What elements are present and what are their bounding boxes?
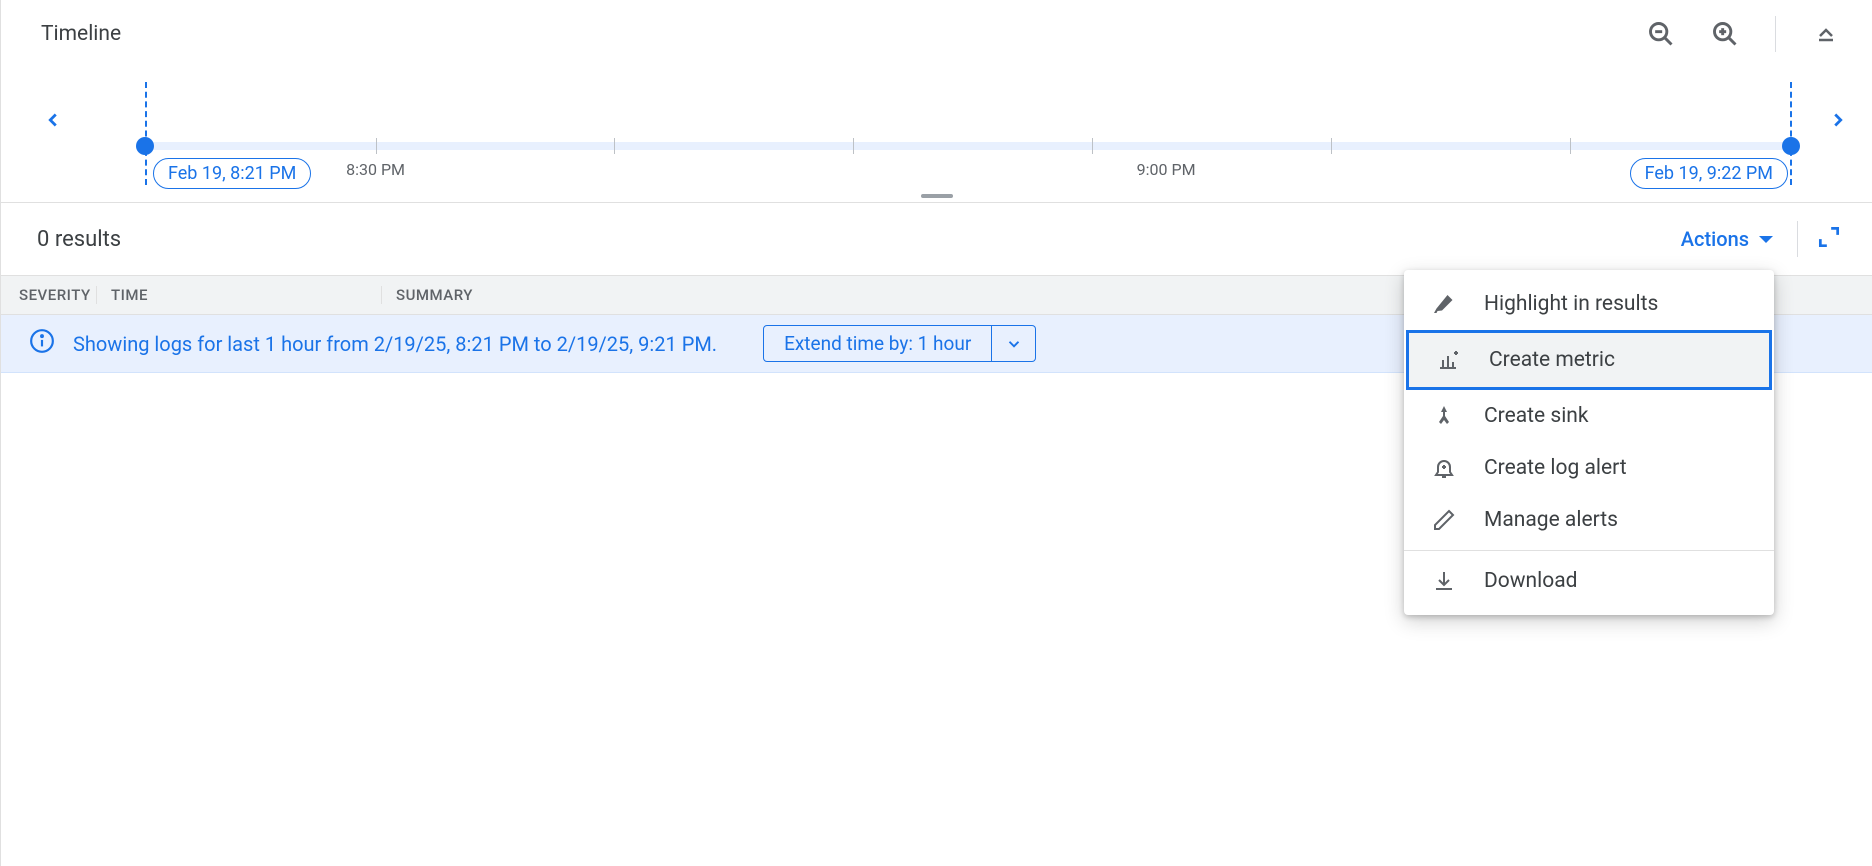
fullscreen-icon[interactable]	[1814, 222, 1844, 256]
timeline-header: Timeline	[1, 0, 1872, 52]
extend-time-dropdown[interactable]	[992, 325, 1036, 362]
zoom-out-icon[interactable]	[1643, 16, 1679, 52]
divider	[1775, 16, 1776, 52]
menu-item-create-sink[interactable]: Create sink	[1404, 390, 1774, 442]
menu-item-label: Download	[1484, 569, 1578, 593]
sink-icon	[1432, 404, 1456, 428]
info-text: Showing logs for last 1 hour from 2/19/2…	[73, 332, 717, 356]
timeline-tick	[376, 138, 377, 154]
menu-item-manage-alerts[interactable]: Manage alerts	[1404, 494, 1774, 546]
collapse-icon[interactable]	[1808, 16, 1844, 52]
timeline-tick	[853, 138, 854, 154]
timeline-tick	[1570, 138, 1571, 154]
timeline-tick	[1092, 138, 1093, 154]
range-end-chip[interactable]: Feb 19, 9:22 PM	[1630, 158, 1788, 189]
extend-time-group: Extend time by: 1 hour	[763, 325, 1036, 362]
menu-item-download[interactable]: Download	[1404, 555, 1774, 607]
highlighter-icon	[1432, 292, 1456, 316]
menu-item-label: Manage alerts	[1484, 508, 1618, 532]
pencil-icon	[1432, 508, 1456, 532]
timeline-tick-label: 9:00 PM	[1137, 160, 1196, 179]
timeline-next-button[interactable]	[1822, 104, 1854, 136]
results-header: 0 results Actions	[1, 203, 1872, 275]
divider	[1797, 221, 1798, 257]
info-icon	[29, 328, 55, 359]
range-start-chip[interactable]: Feb 19, 8:21 PM	[153, 158, 311, 189]
timeline-tick-label: 8:30 PM	[346, 160, 405, 179]
alert-icon	[1432, 456, 1456, 480]
column-severity: SEVERITY	[1, 286, 97, 304]
column-time: TIME	[97, 286, 382, 304]
timeline-track[interactable]: 8:30 PM9:00 PM Feb 19, 8:21 PM Feb 19, 9…	[145, 82, 1792, 150]
menu-item-label: Create sink	[1484, 404, 1589, 428]
extend-time-button[interactable]: Extend time by: 1 hour	[763, 325, 992, 362]
timeline-prev-button[interactable]	[37, 104, 69, 136]
menu-item-label: Highlight in results	[1484, 292, 1658, 316]
timeline-title: Timeline	[41, 22, 121, 46]
actions-label: Actions	[1681, 227, 1749, 251]
zoom-in-icon[interactable]	[1707, 16, 1743, 52]
timeline-tick	[614, 138, 615, 154]
range-start-line	[145, 82, 147, 185]
actions-menu: Highlight in results Create metric Create …	[1404, 270, 1774, 615]
results-count: 0 results	[37, 227, 121, 252]
resize-handle[interactable]	[921, 194, 953, 198]
menu-item-create-metric[interactable]: Create metric	[1406, 330, 1772, 390]
range-start-handle[interactable]	[136, 137, 154, 155]
divider	[1404, 550, 1774, 551]
range-end-handle[interactable]	[1782, 137, 1800, 155]
range-end-line	[1790, 82, 1792, 185]
menu-item-label: Create log alert	[1484, 456, 1627, 480]
download-icon	[1432, 569, 1456, 593]
actions-button[interactable]: Actions	[1673, 223, 1781, 255]
menu-item-highlight-in-results[interactable]: Highlight in results	[1404, 278, 1774, 330]
timeline-tools	[1643, 16, 1844, 52]
menu-item-create-log-alert[interactable]: Create log alert	[1404, 442, 1774, 494]
menu-item-label: Create metric	[1489, 348, 1615, 372]
caret-down-icon	[1759, 236, 1773, 243]
metric-icon	[1437, 347, 1461, 373]
timeline-body: 8:30 PM 9:00 PM Feb 19, 8:21 PM Feb 19, 9…	[1, 52, 1872, 202]
timeline-tick	[1331, 138, 1332, 154]
